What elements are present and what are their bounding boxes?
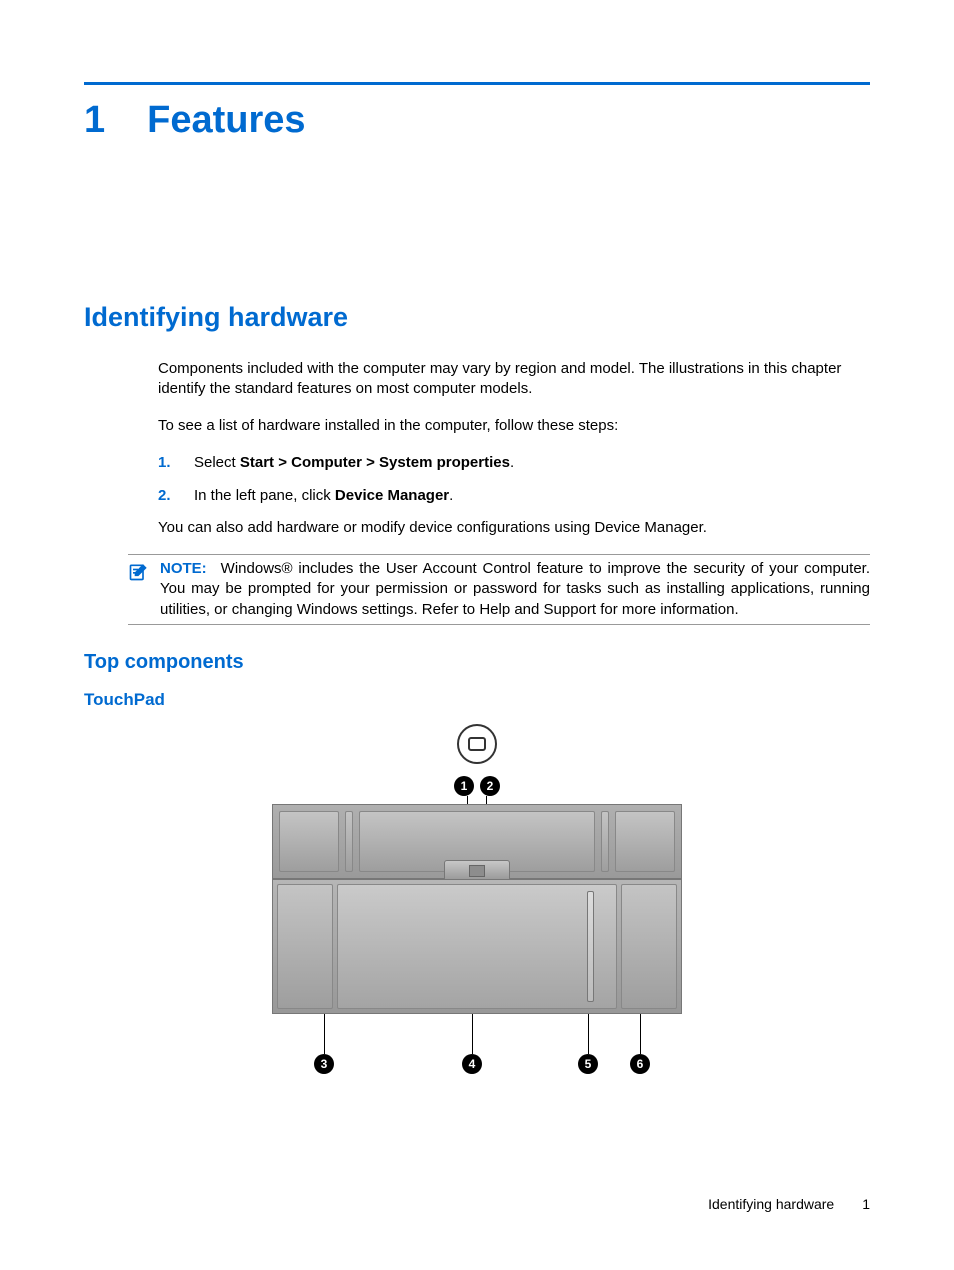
note-icon (128, 562, 148, 587)
steps-list: 1. Select Start > Computer > System prop… (158, 452, 870, 506)
subsubsection-heading: TouchPad (84, 690, 870, 710)
step-1-text: Select Start > Computer > System propert… (194, 452, 514, 473)
touchpad-area (272, 879, 682, 1014)
callout-3: 3 (314, 1054, 334, 1074)
touchpad-diagram: 1 2 3 4 5 6 (84, 724, 870, 1094)
chapter-heading: 1 Features (84, 99, 870, 142)
chapter-number: 1 (84, 99, 105, 142)
step-2-text: In the left pane, click Device Manager. (194, 485, 453, 506)
callout-5: 5 (578, 1054, 598, 1074)
touchpad-right-button (621, 884, 677, 1009)
touchpad-left-button (277, 884, 333, 1009)
step-number: 2. (158, 485, 172, 506)
footer-page-number: 1 (862, 1196, 870, 1212)
step-number: 1. (158, 452, 172, 473)
note-block: NOTE:Windows® includes the User Account … (128, 554, 870, 625)
note-text: NOTE:Windows® includes the User Account … (160, 559, 870, 620)
footer-section: Identifying hardware (708, 1196, 834, 1212)
callout-4: 4 (462, 1054, 482, 1074)
display-icon (457, 724, 497, 764)
chapter-rule (84, 82, 870, 85)
step-1: 1. Select Start > Computer > System prop… (158, 452, 870, 473)
subsection-heading: Top components (84, 651, 870, 674)
touchpad-surface (337, 884, 617, 1009)
callout-1: 1 (454, 776, 474, 796)
chapter-title: Features (147, 99, 305, 142)
after-steps-paragraph: You can also add hardware or modify devi… (158, 518, 870, 538)
page-footer: Identifying hardware 1 (708, 1196, 870, 1212)
intro-paragraph-2: To see a list of hardware installed in t… (158, 416, 870, 436)
callout-6: 6 (630, 1054, 650, 1074)
callout-2: 2 (480, 776, 500, 796)
intro-paragraph-1: Components included with the computer ma… (158, 359, 870, 400)
note-label: NOTE: (160, 560, 207, 577)
touchpad-scroll-zone (587, 891, 594, 1002)
section-heading: Identifying hardware (84, 302, 870, 333)
step-2: 2. In the left pane, click Device Manage… (158, 485, 870, 506)
